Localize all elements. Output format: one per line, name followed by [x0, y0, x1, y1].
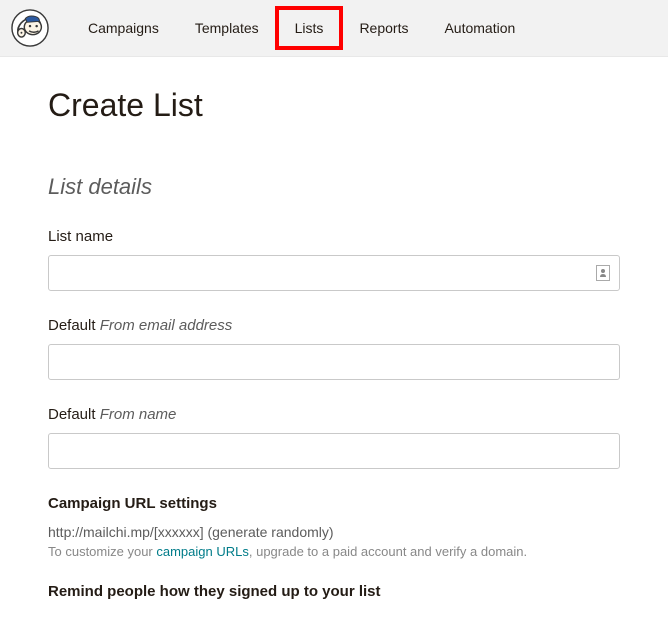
nav-templates[interactable]: Templates	[177, 8, 277, 48]
mailchimp-logo-icon[interactable]	[10, 8, 50, 48]
list-name-input[interactable]	[48, 255, 620, 291]
from-email-label: Default From email address	[48, 317, 620, 334]
section-title: List details	[48, 174, 620, 200]
campaign-url-help: To customize your campaign URLs, upgrade…	[48, 544, 620, 559]
from-name-label: Default From name	[48, 406, 620, 423]
from-email-field: Default From email address	[48, 317, 620, 380]
nav-reports[interactable]: Reports	[341, 8, 426, 48]
campaign-url-text: http://mailchi.mp/[xxxxxx] (generate ran…	[48, 524, 620, 540]
help-suffix: , upgrade to a paid account and verify a…	[249, 544, 527, 559]
nav-lists[interactable]: Lists	[277, 8, 342, 48]
contact-card-icon	[596, 265, 610, 281]
nav-items: Campaigns Templates Lists Reports Automa…	[70, 8, 533, 48]
campaign-url-heading: Campaign URL settings	[48, 495, 620, 512]
from-name-label-italic: From name	[100, 406, 177, 423]
from-name-field: Default From name	[48, 406, 620, 469]
from-name-label-prefix: Default	[48, 406, 100, 423]
page-title: Create List	[48, 87, 620, 124]
main-content: Create List List details List name Defau…	[0, 57, 668, 620]
list-name-label: List name	[48, 228, 620, 245]
from-email-label-prefix: Default	[48, 317, 100, 334]
from-email-label-italic: From email address	[100, 317, 233, 334]
campaign-urls-link[interactable]: campaign URLs	[156, 544, 249, 559]
help-prefix: To customize your	[48, 544, 156, 559]
nav-campaigns[interactable]: Campaigns	[70, 8, 177, 48]
from-name-input[interactable]	[48, 433, 620, 469]
from-email-input[interactable]	[48, 344, 620, 380]
remind-heading: Remind people how they signed up to your…	[48, 583, 620, 600]
list-name-field: List name	[48, 228, 620, 291]
top-navigation: Campaigns Templates Lists Reports Automa…	[0, 0, 668, 57]
nav-automation[interactable]: Automation	[426, 8, 533, 48]
